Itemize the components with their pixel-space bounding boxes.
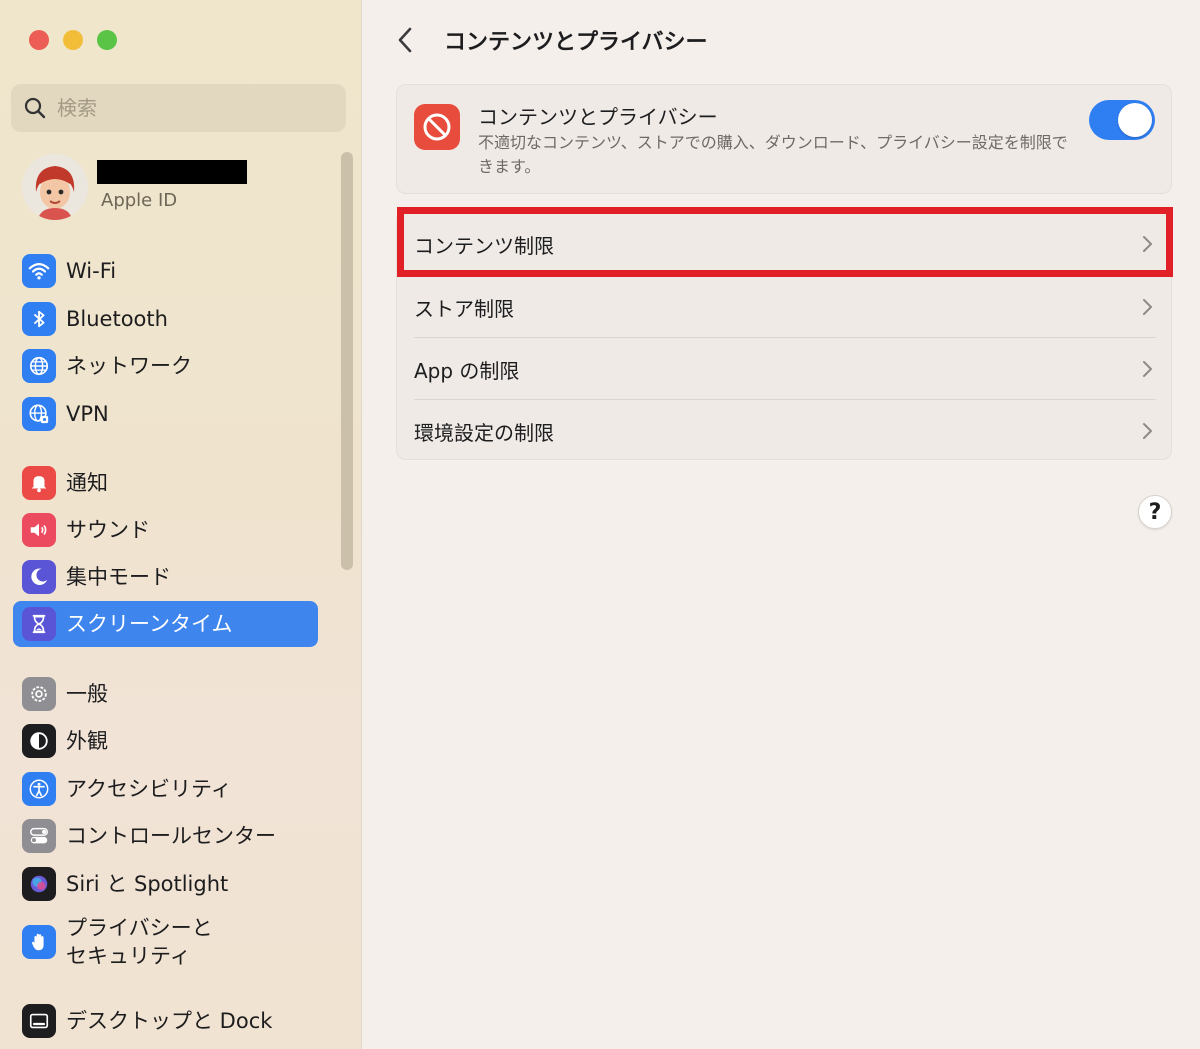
sidebar-item-label: 集中モード: [66, 565, 171, 589]
search-field[interactable]: [11, 84, 346, 132]
chevron-right-icon: [1143, 299, 1152, 315]
sidebar-item-desktop[interactable]: デスクトップと Dock: [13, 998, 318, 1044]
chevron-left-icon: [398, 27, 412, 53]
moon-icon: [22, 560, 56, 594]
sidebar-item-network[interactable]: ネットワーク: [13, 343, 318, 389]
sidebar-item-siri[interactable]: Siri と Spotlight: [13, 861, 318, 907]
row-label: 環境設定の制限: [414, 420, 554, 445]
card-title: コンテンツとプライバシー: [478, 105, 718, 129]
restricted-icon: [414, 104, 460, 150]
speaker-icon: [22, 513, 56, 547]
back-button[interactable]: [390, 20, 420, 60]
apple-id-label: Apple ID: [101, 190, 178, 211]
chevron-right-icon: [1143, 423, 1152, 439]
sidebar-item-screentime[interactable]: スクリーンタイム: [13, 601, 318, 647]
chevron-right-icon: [1143, 236, 1152, 252]
sidebar-item-label: Bluetooth: [66, 307, 168, 331]
toggles-icon: [22, 819, 56, 853]
sidebar-item-label: プライバシーと セキュリティ: [66, 916, 213, 968]
sidebar-item-label: ネットワーク: [66, 354, 192, 378]
sidebar-item-controlcenter[interactable]: コントロールセンター: [13, 813, 318, 859]
content-privacy-toggle[interactable]: [1089, 100, 1155, 140]
sidebar-item-vpn[interactable]: VPN: [13, 391, 318, 437]
sidebar-item-label: VPN: [66, 402, 109, 426]
row-app-restrictions[interactable]: App の制限: [397, 338, 1173, 400]
window-controls: [29, 30, 117, 50]
row-label: App の制限: [414, 358, 520, 383]
sidebar-item-label: サウンド: [66, 518, 150, 542]
vpn-globe-icon: [22, 397, 56, 431]
sidebar-item-label: Siri と Spotlight: [66, 872, 229, 896]
wifi-icon: [22, 254, 56, 288]
sidebar-item-bluetooth[interactable]: Bluetooth: [13, 296, 318, 342]
bluetooth-icon: [22, 302, 56, 336]
gear-icon: [22, 677, 56, 711]
toggle-knob: [1118, 103, 1152, 137]
sidebar-item-label: スクリーンタイム: [66, 612, 233, 636]
sidebar-item-label: アクセシビリティ: [66, 777, 232, 801]
sidebar: Apple ID Wi-Fi Bluetooth ネットワーク VPN 通知: [0, 0, 362, 1049]
sidebar-item-sound[interactable]: サウンド: [13, 507, 318, 553]
close-window-button[interactable]: [29, 30, 49, 50]
page-title: コンテンツとプライバシー: [444, 30, 708, 55]
sidebar-item-accessibility[interactable]: アクセシビリティ: [13, 766, 318, 812]
sidebar-item-privacy[interactable]: プライバシーと セキュリティ: [13, 910, 318, 974]
restrictions-list: コンテンツ制限 ストア制限 App の制限 環境設定の制限: [396, 210, 1172, 460]
sidebar-item-label: デスクトップと Dock: [66, 1009, 273, 1033]
row-preferences-restrictions[interactable]: 環境設定の制限: [397, 400, 1173, 462]
zoom-window-button[interactable]: [97, 30, 117, 50]
content-privacy-card: コンテンツとプライバシー 不適切なコンテンツ、ストアでの購入、ダウンロード、プラ…: [396, 84, 1172, 194]
content-header: コンテンツとプライバシー: [390, 18, 708, 62]
redacted-account-name: [97, 160, 247, 184]
sidebar-item-label: コントロールセンター: [66, 824, 276, 848]
globe-icon: [22, 349, 56, 383]
row-store-restrictions[interactable]: ストア制限: [397, 276, 1173, 338]
minimize-window-button[interactable]: [63, 30, 83, 50]
sidebar-item-label: Wi-Fi: [66, 259, 117, 283]
dock-icon: [22, 1004, 56, 1038]
sidebar-item-label: 外観: [66, 729, 108, 753]
row-label: コンテンツ制限: [414, 233, 554, 258]
sidebar-item-label: 通知: [66, 471, 108, 495]
apple-id-account[interactable]: Apple ID: [22, 154, 332, 224]
siri-icon: [22, 867, 56, 901]
sidebar-item-general[interactable]: 一般: [13, 671, 318, 717]
search-icon: [24, 97, 46, 119]
avatar: [22, 154, 88, 220]
row-content-restrictions[interactable]: コンテンツ制限: [397, 213, 1173, 275]
sidebar-item-appearance[interactable]: 外観: [13, 718, 318, 764]
sidebar-item-wifi[interactable]: Wi-Fi: [13, 248, 318, 294]
chevron-right-icon: [1143, 361, 1152, 377]
sidebar-item-focus[interactable]: 集中モード: [13, 554, 318, 600]
card-description: 不適切なコンテンツ、ストアでの購入、ダウンロード、プライバシー設定を制限できます…: [478, 133, 1068, 176]
hand-icon: [22, 925, 56, 959]
appearance-icon: [22, 724, 56, 758]
sidebar-item-notifications[interactable]: 通知: [13, 460, 318, 506]
help-button[interactable]: ?: [1138, 495, 1172, 529]
sidebar-item-label: 一般: [66, 682, 108, 706]
bell-icon: [22, 466, 56, 500]
search-input[interactable]: [57, 96, 327, 120]
row-label: ストア制限: [414, 296, 514, 321]
sidebar-scrollbar[interactable]: [341, 152, 353, 570]
accessibility-icon: [22, 772, 56, 806]
hourglass-icon: [22, 607, 56, 641]
